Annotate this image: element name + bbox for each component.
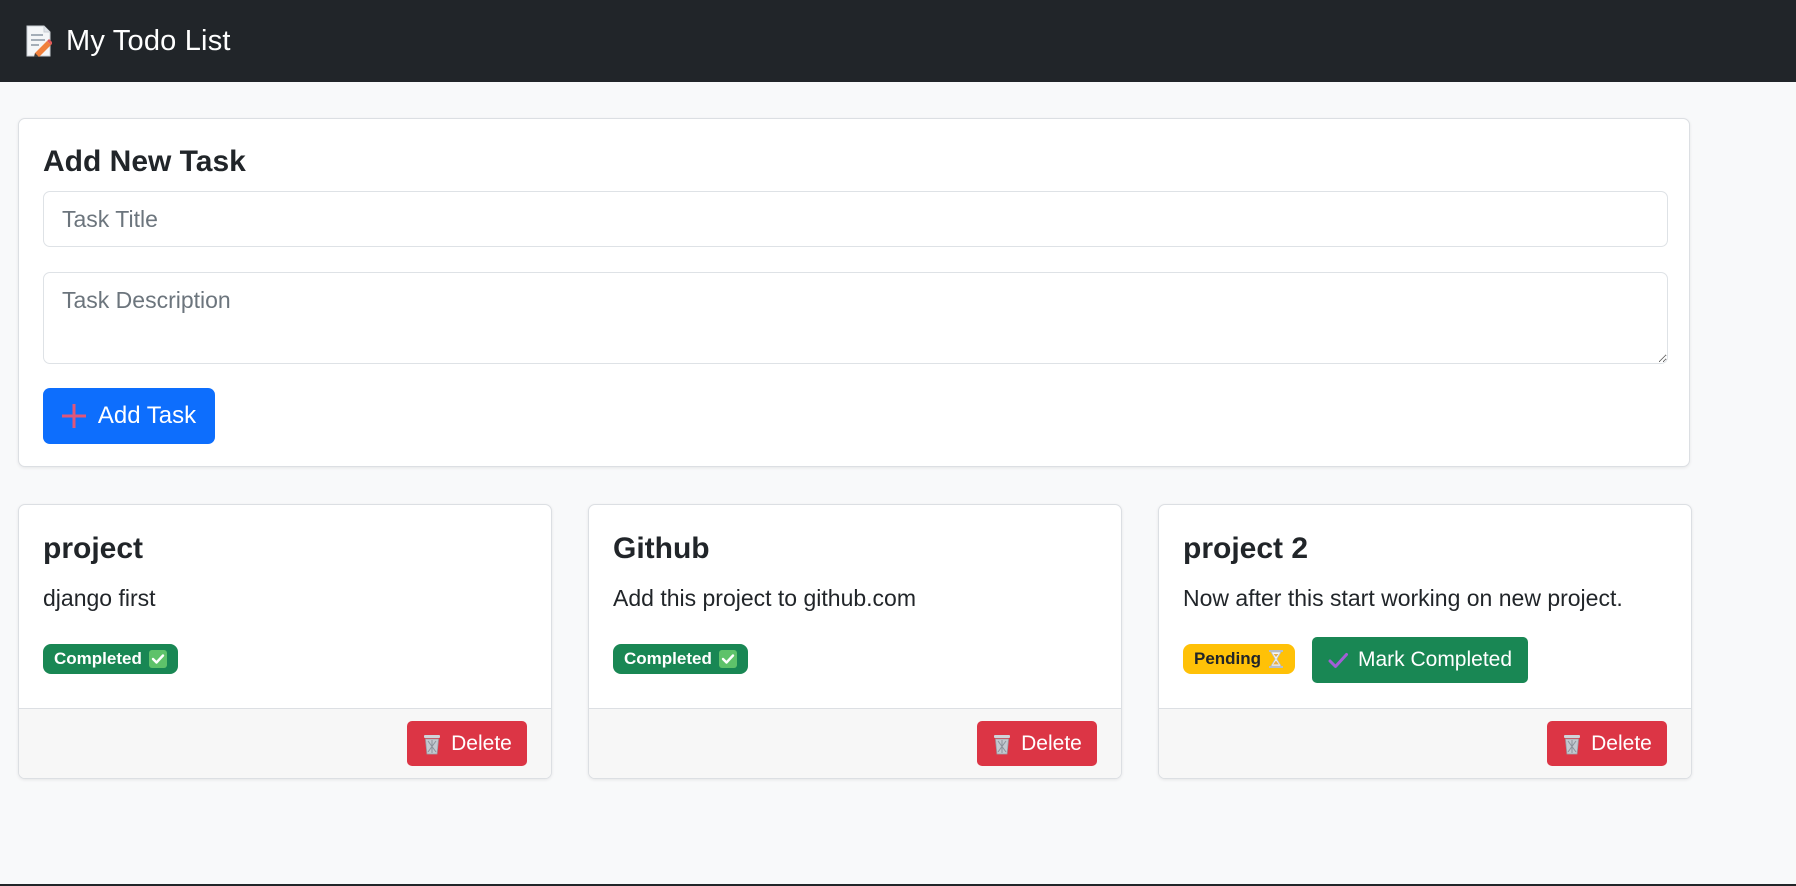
task-description: Add this project to github.com	[613, 585, 916, 611]
status-label: Completed	[624, 649, 712, 668]
memo-icon	[26, 25, 52, 57]
task-description: django first	[43, 585, 156, 611]
add-task-card: Add New Task Add Task	[18, 118, 1690, 467]
status-badge: Completed	[43, 644, 178, 674]
status-label: Pending	[1194, 649, 1262, 668]
task-description-input[interactable]	[43, 272, 1668, 364]
task-card-footer: Delete	[1159, 708, 1691, 778]
task-title: Github	[613, 532, 710, 565]
add-task-button[interactable]: Add Task	[43, 388, 215, 444]
delete-button[interactable]: Delete	[1547, 721, 1667, 766]
task-title: project 2	[1183, 532, 1309, 565]
app-title: My Todo List	[66, 24, 231, 57]
task-title: project	[43, 532, 144, 565]
check-box-icon	[148, 650, 167, 668]
task-card-footer: Delete	[19, 708, 551, 778]
navbar: My Todo List	[0, 0, 1796, 82]
plus-icon	[61, 404, 86, 428]
status-badge: Completed	[613, 644, 748, 674]
add-task-heading: Add New Task	[43, 145, 246, 178]
delete-label: Delete	[451, 731, 512, 755]
trash-icon	[424, 734, 441, 754]
task-card: project 2 Now after this start working o…	[1158, 504, 1692, 779]
mark-completed-button[interactable]: Mark Completed	[1312, 637, 1528, 683]
brand[interactable]: My Todo List	[25, 25, 231, 58]
delete-label: Delete	[1021, 731, 1082, 755]
delete-button[interactable]: Delete	[407, 721, 527, 766]
add-task-label: Add Task	[97, 402, 197, 429]
delete-button[interactable]: Delete	[977, 721, 1097, 766]
task-description: Now after this start working on new proj…	[1183, 585, 1623, 611]
check-icon	[1328, 653, 1348, 668]
check-box-icon	[718, 650, 737, 668]
trash-icon	[1564, 734, 1581, 754]
task-card: project django first Completed Delete	[18, 504, 552, 779]
status-badge: Pending	[1183, 644, 1296, 674]
hourglass-icon	[1269, 650, 1284, 668]
mark-completed-label: Mark Completed	[1357, 648, 1513, 671]
task-title-input[interactable]	[43, 191, 1668, 247]
trash-icon	[994, 734, 1011, 754]
task-card: Github Add this project to github.com Co…	[588, 504, 1122, 779]
task-card-footer: Delete	[589, 708, 1121, 778]
status-label: Completed	[54, 649, 142, 668]
delete-label: Delete	[1591, 731, 1652, 755]
